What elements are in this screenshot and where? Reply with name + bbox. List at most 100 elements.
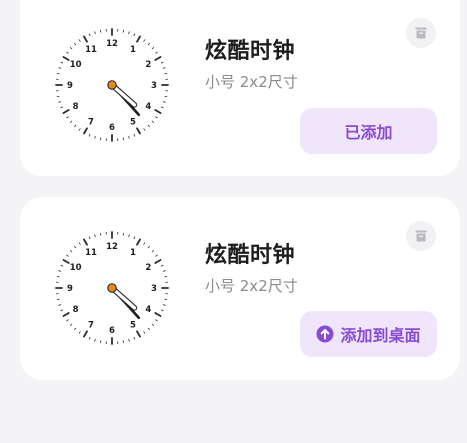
minute-tick xyxy=(147,245,150,249)
clock-numeral: 1 xyxy=(130,248,136,258)
clock-numeral: 8 xyxy=(73,305,79,315)
widget-title: 炫酷时钟 xyxy=(205,243,296,268)
clock-numeral: 11 xyxy=(85,45,97,55)
minute-tick xyxy=(66,254,69,257)
analog-clock-preview: 12 12 3 45 6 78 9 1011 xyxy=(55,28,169,142)
minute-tick xyxy=(88,336,91,340)
delete-button[interactable] xyxy=(406,18,436,48)
hour-tick xyxy=(62,312,70,317)
minute-tick xyxy=(88,33,91,37)
clock-numeral: 10 xyxy=(70,60,82,70)
minute-tick xyxy=(155,51,158,54)
widget-size-label: 小号 2x2尺寸 xyxy=(205,277,298,295)
minute-tick xyxy=(143,39,146,42)
minute-tick xyxy=(143,128,146,131)
widget-size-label: 小号 2x2尺寸 xyxy=(205,73,298,91)
minute-tick xyxy=(94,234,96,238)
clock-numeral: 5 xyxy=(130,118,136,128)
minute-tick xyxy=(66,51,69,54)
minute-tick xyxy=(94,338,96,342)
minute-tick xyxy=(60,106,64,109)
minute-tick xyxy=(128,135,130,139)
clock-numeral: 12 xyxy=(106,39,118,49)
minute-tick xyxy=(58,270,62,272)
minute-tick xyxy=(155,254,158,257)
minute-tick xyxy=(74,327,77,331)
hour-tick xyxy=(136,238,141,246)
minute-tick xyxy=(155,116,158,119)
action-button-label: 已添加 xyxy=(344,123,393,142)
hour-tick xyxy=(83,330,88,338)
action-button-label: 添加到桌面 xyxy=(340,326,421,345)
hour-tick xyxy=(136,35,141,43)
minute-tick xyxy=(162,304,166,306)
minute-tick xyxy=(74,124,77,128)
add-to-desktop-button[interactable]: 添加到桌面 xyxy=(300,311,437,357)
delete-button[interactable] xyxy=(406,221,436,251)
minute-tick xyxy=(66,319,69,322)
minute-tick xyxy=(74,245,77,249)
clock-numeral: 3 xyxy=(151,284,157,294)
clock-numeral: 7 xyxy=(88,321,94,331)
minute-tick xyxy=(133,33,136,37)
clock-numeral: 12 xyxy=(106,242,118,252)
minute-tick xyxy=(78,242,81,245)
clock-center-cap xyxy=(107,283,117,293)
minute-tick xyxy=(78,331,81,334)
minute-tick xyxy=(151,120,155,123)
minute-tick xyxy=(162,270,166,272)
minute-tick xyxy=(155,319,158,322)
clock-numeral: 2 xyxy=(145,263,151,273)
minute-tick xyxy=(151,250,155,253)
minute-tick xyxy=(58,67,62,69)
minute-tick xyxy=(160,264,164,267)
hour-tick xyxy=(154,312,162,317)
minute-tick xyxy=(133,336,136,340)
minute-tick xyxy=(58,304,62,306)
minute-tick xyxy=(88,236,91,240)
arrow-up-circle-icon xyxy=(316,325,334,343)
minute-tick xyxy=(128,338,130,342)
minute-tick xyxy=(133,133,136,137)
minute-tick xyxy=(143,331,146,334)
minute-tick xyxy=(147,42,150,46)
hour-tick xyxy=(154,56,162,61)
minute-tick xyxy=(60,61,64,64)
clock-numeral: 10 xyxy=(70,263,82,273)
hour-tick xyxy=(62,56,70,61)
added-button[interactable]: 已添加 xyxy=(300,108,437,154)
minute-tick xyxy=(143,242,146,245)
clock-numeral: 4 xyxy=(145,305,151,315)
minute-tick xyxy=(78,128,81,131)
minute-tick xyxy=(160,106,164,109)
clock-numeral: 9 xyxy=(67,81,73,91)
clock-numeral: 7 xyxy=(88,118,94,128)
widget-card[interactable]: 12 1 2 3 4 5 6 7 8 9 10 11 炫酷时钟 小号 2x2尺寸 已添加 xyxy=(20,0,460,176)
clock-numeral: 4 xyxy=(145,102,151,112)
hour-tick xyxy=(83,127,88,135)
clock-numeral: 11 xyxy=(85,248,97,258)
minute-tick xyxy=(94,31,96,35)
minute-tick xyxy=(69,250,73,253)
minute-tick xyxy=(128,234,130,238)
hour-tick xyxy=(83,238,88,246)
minute-tick xyxy=(88,133,91,137)
minute-tick xyxy=(160,309,164,312)
minute-tick xyxy=(151,323,155,326)
minute-tick xyxy=(162,101,166,103)
widget-title: 炫酷时钟 xyxy=(205,39,296,64)
clock-numeral: 1 xyxy=(130,45,136,55)
minute-tick xyxy=(66,116,69,119)
minute-tick xyxy=(147,327,150,331)
minute-tick xyxy=(69,47,73,50)
hour-tick xyxy=(154,109,162,114)
minute-tick xyxy=(160,61,164,64)
widget-card[interactable]: 12 1 2 3 4 5 6 7 8 9 10 11 炫酷时钟 小号 2x2尺寸 添加到桌面 xyxy=(20,197,460,380)
clock-numeral: 6 xyxy=(109,326,115,336)
minute-tick xyxy=(74,42,77,46)
minute-tick xyxy=(128,31,130,35)
trash-icon xyxy=(415,27,427,39)
minute-tick xyxy=(60,264,64,267)
analog-clock-preview: 12 12 3 45 6 78 9 1011 xyxy=(55,231,169,345)
hour-tick xyxy=(136,330,141,338)
